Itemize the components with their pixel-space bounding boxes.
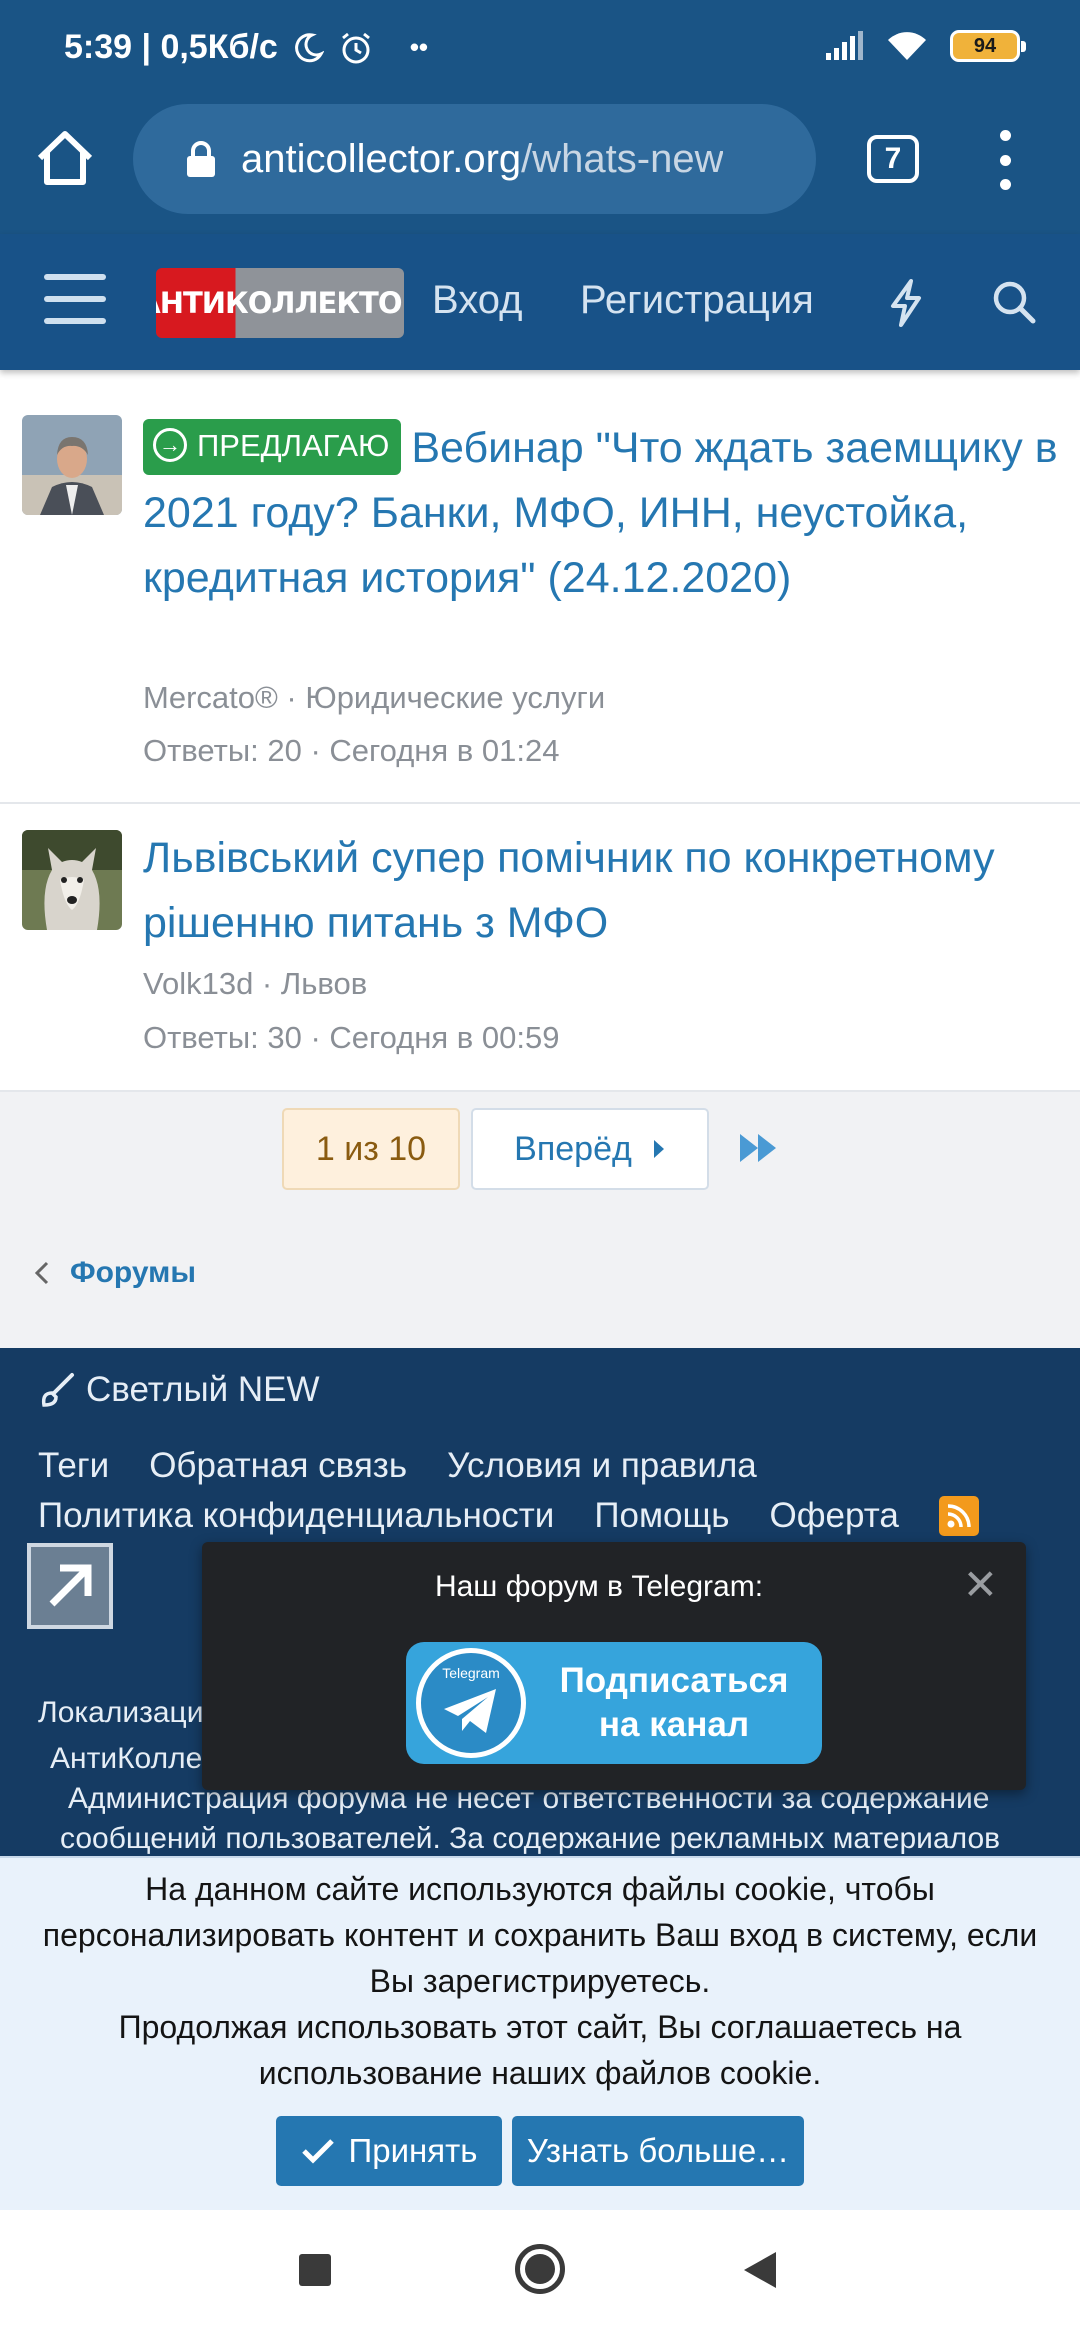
back-triangle-icon[interactable] — [744, 2252, 776, 2288]
tab-count: 7 — [884, 142, 902, 175]
learn-more-label: Узнать больше… — [526, 2132, 790, 2169]
home-icon — [37, 131, 93, 185]
home-button[interactable] — [30, 124, 100, 194]
footer-link-offer[interactable]: Оферта — [770, 1496, 899, 1536]
thread-title[interactable]: Львівський супер помічник по конкретному… — [143, 826, 1063, 956]
address-bar[interactable]: anticollector.org/whats-new — [133, 104, 816, 214]
thread-item: → ПРЕДЛАГАЮ Вебинар "Что ждать заемщику в … — [0, 388, 1080, 804]
cookie-text: На данном сайте используются файлы cooki… — [0, 1866, 1080, 2096]
telegram-subscribe-button[interactable]: Telegram Подписаться на канал — [406, 1642, 822, 1764]
thread-replies-date: Ответы: 30 · Сегодня в 00:59 — [143, 1020, 560, 1055]
moon-icon — [294, 32, 324, 62]
telegram-popup-title: Наш форум в Telegram: — [434, 1570, 764, 1603]
breadcrumb[interactable]: Форумы — [34, 1256, 196, 1290]
thread-replies-date: Ответы: 20 · Сегодня в 01:24 — [143, 733, 560, 768]
url-path: /whats-new — [521, 136, 724, 181]
telegram-button-line1: Подписаться — [559, 1661, 789, 1700]
prefix-label: ПРЕДЛАГАЮ — [197, 428, 390, 463]
wifi-icon — [888, 32, 926, 60]
avatar[interactable] — [22, 415, 122, 515]
next-page-label: Вперёд — [514, 1129, 632, 1168]
thread-author-forum[interactable]: Volk13d · Львов — [143, 966, 367, 1002]
cookie-line-2: персонализировать контент и сохранить Ва… — [42, 1917, 1038, 1953]
telegram-button-text: Подписаться на канал — [526, 1659, 822, 1747]
thread-prefix-badge[interactable]: → ПРЕДЛАГАЮ — [143, 419, 402, 475]
browser-menu-button[interactable] — [985, 130, 1025, 190]
logo-text: АНТИКОЛЛЕКТОР — [156, 286, 404, 320]
chevron-left-icon — [34, 1261, 49, 1285]
pagination-area: 1 из 10 Вперёд Форумы — [0, 1092, 1080, 1348]
hamburger-menu-icon[interactable] — [44, 274, 106, 324]
recents-square-icon[interactable] — [299, 2254, 331, 2286]
accept-cookies-button[interactable]: Принять — [276, 2116, 502, 2186]
telegram-popup: Наш форум в Telegram: ✕ Telegram Подписа… — [202, 1542, 1026, 1790]
footer-links-row-1: Теги Обратная связь Условия и правила — [38, 1446, 757, 1486]
cookie-line-4: Продолжая использовать этот сайт, Вы сог… — [118, 2009, 962, 2045]
accept-label: Принять — [348, 2132, 478, 2169]
footer-link-help[interactable]: Помощь — [594, 1496, 729, 1536]
style-label: Светлый NEW — [86, 1370, 320, 1409]
footer-link-privacy[interactable]: Политика конфиденциальности — [38, 1496, 554, 1536]
status-bar: 5:39 | 0,5Кб/с •• 94 — [0, 0, 1080, 100]
cookie-notice: На данном сайте используются файлы cooki… — [0, 1856, 1080, 2210]
system-navigation-bar — [0, 2212, 1080, 2340]
rss-icon[interactable] — [938, 1496, 979, 1536]
whats-new-bolt-icon[interactable] — [887, 278, 925, 328]
last-page-icon[interactable] — [738, 1126, 782, 1170]
avatar[interactable] — [22, 830, 122, 930]
site-header: АНТИКОЛЛЕКТОР Вход Регистрация — [0, 234, 1080, 370]
lock-icon — [187, 141, 215, 177]
close-icon[interactable]: ✕ — [963, 1564, 998, 1606]
battery-level: 94 — [973, 34, 997, 57]
thread-author-forum[interactable]: Mercato® · Юридические услуги — [143, 680, 605, 716]
arrow-right-circle-icon: → — [153, 428, 187, 462]
page-indicator[interactable]: 1 из 10 — [282, 1108, 460, 1190]
signal-icon — [826, 31, 863, 60]
next-page-button[interactable]: Вперёд — [471, 1108, 709, 1190]
telegram-badge: Telegram — [442, 1665, 500, 1681]
status-time: 5:39 | 0,5Кб/с — [64, 28, 278, 66]
cookie-line-1: На данном сайте используются файлы cooki… — [145, 1871, 935, 1907]
telegram-button-line2: на канал — [598, 1705, 750, 1744]
learn-more-button[interactable]: Узнать больше… — [512, 2116, 804, 2186]
thread-title[interactable]: → ПРЕДЛАГАЮ Вебинар "Что ждать заемщику в … — [143, 416, 1063, 611]
search-icon[interactable] — [990, 278, 1038, 326]
home-circle-icon[interactable] — [515, 2244, 565, 2294]
url-host: anticollector.org — [241, 136, 522, 181]
footer-disclaimer-2: сообщений пользователей. За содержание р… — [60, 1822, 1001, 1855]
status-right: 94 — [824, 30, 1026, 62]
footer-links-row-2: Политика конфиденциальности Помощь Оферт… — [38, 1496, 979, 1536]
checkmark-icon — [301, 2139, 334, 2164]
footer-link-feedback[interactable]: Обратная связь — [149, 1446, 407, 1486]
login-link[interactable]: Вход — [432, 278, 523, 323]
cookie-line-5: использование наших файлов cookie. — [258, 2055, 822, 2091]
paint-brush-icon — [41, 1373, 74, 1407]
browser-toolbar: anticollector.org/whats-new 7 — [0, 100, 1080, 234]
cookie-line-3: Вы зарегистрируетесь. — [369, 1963, 711, 1999]
style-chooser[interactable]: Светлый NEW — [38, 1370, 320, 1410]
breadcrumb-forums[interactable]: Форумы — [70, 1256, 196, 1290]
alarm-icon — [341, 32, 370, 63]
register-link[interactable]: Регистрация — [580, 278, 814, 323]
thread-item: Львівський супер помічник по конкретному… — [0, 804, 1080, 1092]
avatar-photo — [22, 830, 122, 930]
footer-link-terms[interactable]: Условия и правила — [447, 1446, 757, 1486]
caret-right-icon — [653, 1140, 664, 1158]
footer-link-tags[interactable]: Теги — [38, 1446, 109, 1486]
url-text: anticollector.org/whats-new — [241, 137, 723, 182]
tab-switcher-button[interactable]: 7 — [867, 135, 919, 183]
battery-icon: 94 — [950, 30, 1026, 62]
avatar-photo — [22, 415, 122, 515]
status-left: 5:39 | 0,5Кб/с •• — [64, 28, 428, 67]
arrow-up-right-icon[interactable] — [27, 1543, 113, 1629]
telegram-logo-icon: Telegram — [416, 1648, 526, 1758]
status-dots: •• — [409, 32, 429, 62]
site-logo[interactable]: АНТИКОЛЛЕКТОР — [156, 268, 404, 338]
